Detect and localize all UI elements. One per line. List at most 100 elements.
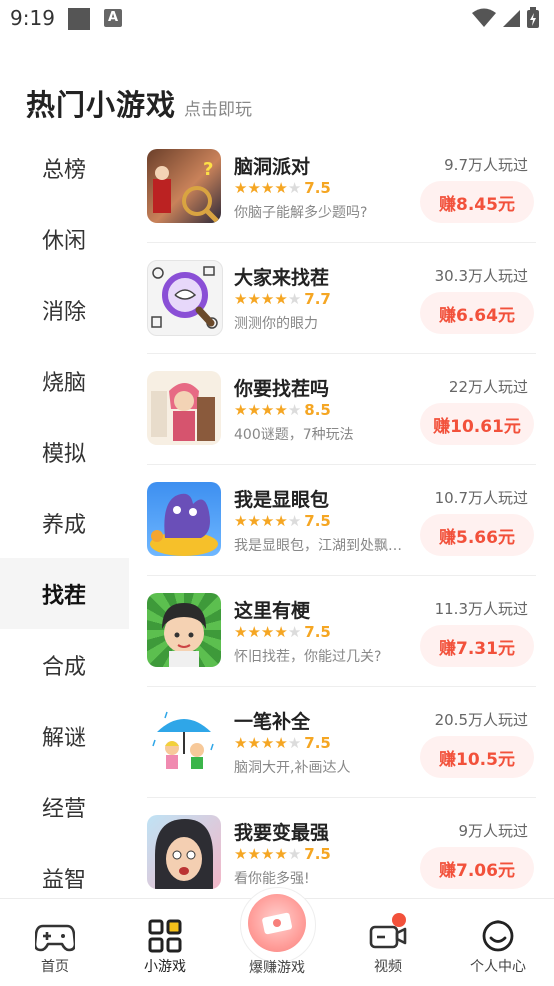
star-icon: ★	[234, 845, 248, 863]
sidebar-item-label: 合成	[42, 654, 87, 680]
notification-square-icon	[68, 8, 90, 30]
nav-label: 视频	[374, 959, 402, 975]
star-icon: ★	[247, 512, 261, 530]
rating: ★ ★ ★ ★ ★ 7.5	[234, 179, 331, 197]
game-row[interactable]: 大家来找茬 ★ ★ ★ ★ ★ 7.7 测测你的眼力 30.3万人玩过 赚6.64元	[147, 243, 536, 354]
smile-face-icon	[478, 917, 518, 955]
grid-icon	[145, 917, 185, 955]
game-row[interactable]: 这里有梗 ★ ★ ★ ★ ★ 7.5 怀旧找茬，你能过几关? 11.3万人玩过 赚7.3…	[147, 576, 536, 687]
play-count: 20.5万人玩过	[434, 711, 528, 729]
game-row[interactable]: 一笔补全 ★ ★ ★ ★ ★ 7.5 脑洞大开,补画达人 20.5万人玩过 赚10.5元	[147, 687, 536, 798]
half-star-icon: ★	[274, 290, 288, 308]
star-empty-icon: ★	[287, 734, 302, 752]
half-star-icon: ★	[274, 512, 288, 530]
rating-score: 7.5	[304, 623, 331, 641]
umbrella-kids-thumbnail[interactable]	[147, 704, 221, 778]
earn-button[interactable]: 赚10.61元	[420, 403, 534, 445]
gamepad-icon	[35, 917, 75, 955]
game-row[interactable]: ? 脑洞派对 ★ ★ ★ ★ ★ 7.5 你脑子能解多少题吗? 9.7万人玩过 赚8.4…	[147, 132, 536, 243]
star-icon: ★	[260, 512, 275, 530]
game-row[interactable]: 我是显眼包 ★ ★ ★ ★ ★ 7.5 我是显眼包，江湖到处飘… 10.7万人玩过 赚5…	[147, 465, 536, 576]
half-star-icon: ★	[274, 845, 288, 863]
star-empty-icon: ★	[287, 401, 302, 419]
notification-dot	[392, 913, 406, 927]
sidebar-item-label: 经营	[42, 796, 87, 822]
wifi-icon	[472, 8, 496, 27]
battery-icon	[527, 7, 539, 28]
svg-text:?: ?	[203, 159, 213, 180]
star-icon: ★	[260, 623, 275, 641]
sidebar-item-label: 休闲	[42, 228, 87, 254]
purple-blob-thumbnail[interactable]	[147, 482, 221, 556]
page-title: 热门小游戏	[26, 88, 177, 122]
game-description: 400谜题，7种玩法	[234, 427, 354, 443]
play-count: 22万人玩过	[448, 378, 528, 396]
sidebar-item-jingying[interactable]: 经营	[0, 771, 129, 842]
star-empty-icon: ★	[287, 623, 302, 641]
earn-button[interactable]: 赚6.64元	[420, 292, 534, 334]
nav-video[interactable]: 视频	[333, 899, 443, 986]
game-list: ? 脑洞派对 ★ ★ ★ ★ ★ 7.5 你脑子能解多少题吗? 9.7万人玩过 赚8.4…	[147, 132, 536, 909]
star-icon: ★	[260, 179, 275, 197]
star-empty-icon: ★	[287, 290, 302, 308]
sidebar-item-xiuxian[interactable]: 休闲	[0, 203, 129, 274]
nav-label: 小游戏	[144, 959, 186, 975]
game-description: 看你能多强!	[234, 871, 310, 887]
rating-score: 7.5	[304, 845, 331, 863]
nav-home[interactable]: 首页	[0, 899, 110, 986]
star-icon: ★	[247, 179, 261, 197]
signal-icon	[503, 10, 520, 27]
nav-profile[interactable]: 个人中心	[443, 899, 553, 986]
play-count: 9.7万人玩过	[444, 156, 528, 174]
earn-button[interactable]: 赚8.45元	[420, 181, 534, 223]
nav-label[interactable]: 爆赚游戏	[232, 957, 322, 977]
sidebar-item-shaonao[interactable]: 烧脑	[0, 345, 129, 416]
sidebar-item-xiaochu[interactable]: 消除	[0, 274, 129, 345]
game-name: 脑洞派对	[234, 156, 311, 178]
star-icon: ★	[260, 734, 275, 752]
magnifier-doodle-thumbnail[interactable]	[147, 260, 223, 336]
nav-label: 首页	[41, 959, 69, 975]
star-icon: ★	[274, 401, 288, 419]
pink-hair-girl-thumbnail[interactable]	[147, 371, 221, 445]
sidebar-item-label: 消除	[42, 299, 87, 325]
star-empty-icon: ★	[287, 512, 302, 530]
money-icon[interactable]	[248, 894, 306, 952]
earn-button[interactable]: 赚7.06元	[420, 847, 534, 889]
rating: ★ ★ ★ ★ ★ 8.5	[234, 401, 331, 419]
page-header: 热门小游戏 点击即玩	[26, 82, 252, 124]
star-icon: ★	[247, 290, 261, 308]
shocked-woman-thumbnail[interactable]	[147, 815, 221, 889]
detective-scene-thumbnail[interactable]: ?	[147, 149, 221, 223]
game-description: 怀旧找茬，你能过几关?	[234, 649, 382, 665]
star-icon: ★	[234, 512, 248, 530]
notification-app-icon: A	[104, 9, 122, 27]
star-icon: ★	[247, 845, 261, 863]
star-icon: ★	[234, 623, 248, 641]
game-description: 脑洞大开,补画达人	[234, 760, 351, 776]
earn-button[interactable]: 赚10.5元	[420, 736, 534, 778]
nav-label: 个人中心	[470, 959, 526, 975]
crying-girl-thumbnail[interactable]	[147, 593, 221, 667]
rating-score: 7.5	[304, 734, 331, 752]
game-name: 大家来找茬	[234, 267, 330, 289]
half-star-icon: ★	[274, 179, 288, 197]
sidebar-item-yangcheng[interactable]: 养成	[0, 487, 129, 558]
sidebar-item-hecheng[interactable]: 合成	[0, 629, 129, 700]
star-icon: ★	[247, 734, 261, 752]
game-row[interactable]: 你要找茬吗 ★ ★ ★ ★ ★ 8.5 400谜题，7种玩法 22万人玩过 赚10.61…	[147, 354, 536, 465]
sidebar-item-zhaocha[interactable]: 找茬	[0, 558, 129, 629]
earn-button[interactable]: 赚5.66元	[420, 514, 534, 556]
page-subtitle: 点击即玩	[184, 100, 253, 120]
star-empty-icon: ★	[287, 179, 302, 197]
sidebar-item-zongbang[interactable]: 总榜	[0, 132, 129, 203]
rating-score: 7.5	[304, 179, 331, 197]
earn-button[interactable]: 赚7.31元	[420, 625, 534, 667]
rating-score: 7.7	[304, 290, 331, 308]
rating: ★ ★ ★ ★ ★ 7.7	[234, 290, 331, 308]
sidebar-item-jiemi[interactable]: 解谜	[0, 700, 129, 771]
sidebar-item-moni[interactable]: 模拟	[0, 416, 129, 487]
game-row[interactable]: 我要变最强 ★ ★ ★ ★ ★ 7.5 看你能多强! 9万人玩过 赚7.06元	[147, 798, 536, 909]
nav-mini-games[interactable]: 小游戏	[110, 899, 220, 986]
rating: ★ ★ ★ ★ ★ 7.5	[234, 734, 331, 752]
